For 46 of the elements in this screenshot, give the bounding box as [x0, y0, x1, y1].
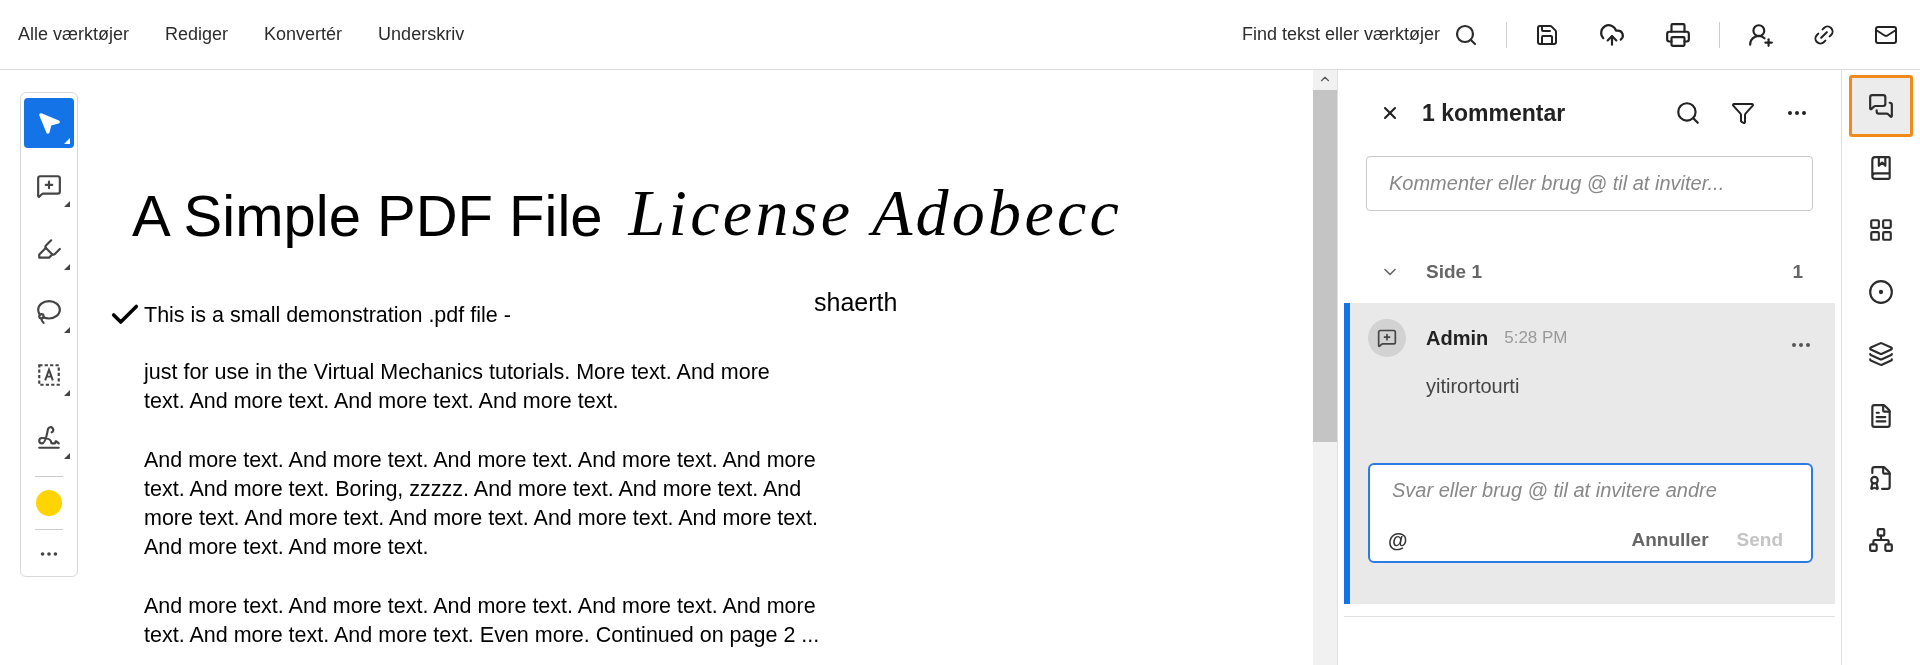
lasso-icon [36, 299, 62, 325]
nav-menu-item[interactable]: Underskriv [378, 21, 465, 48]
grid-icon [1868, 217, 1894, 243]
comment-text: yitirortourti [1426, 374, 1521, 399]
comment-author: Admin [1426, 326, 1489, 351]
document-paragraph: And more text. And more text. And more text. And more text. And more text. And more text. Boring, zzzzz. And more text. And more text. And more text. And more text. And more text. And more text. And more text. And more text. And more text. [144, 447, 819, 561]
signer-name: shaerth [814, 287, 898, 318]
cloud-upload-icon[interactable] [1599, 21, 1625, 48]
add-comment-icon [1377, 328, 1397, 348]
document-title: A Simple PDF File [132, 184, 603, 248]
side-rail-button[interactable] [1849, 75, 1913, 137]
add-user-icon[interactable] [1748, 21, 1774, 48]
target-icon [1868, 279, 1894, 305]
page-group-header[interactable]: Side 1 1 [1344, 241, 1835, 303]
document-icon [1868, 403, 1894, 429]
cancel-button[interactable]: Annuller [1631, 525, 1709, 555]
nav-menu-item[interactable]: Konvertér [264, 21, 343, 48]
reply-field[interactable]: Svar eller brug @ til at invitere andre @ Annuller Send [1368, 463, 1813, 563]
scrollbar[interactable] [1313, 70, 1337, 665]
layers-icon [1868, 341, 1894, 367]
tree-icon [1868, 527, 1894, 553]
color-swatch[interactable] [36, 490, 62, 516]
pen-signature-icon [36, 425, 62, 451]
bookmark-icon [1868, 155, 1894, 181]
add-comment-icon [36, 173, 62, 199]
comment-input[interactable]: Kommenter eller brug @ til at inviter... [1366, 156, 1813, 211]
filter-icon[interactable] [1731, 101, 1755, 125]
tool-button[interactable] [24, 98, 74, 148]
nav-menu-item[interactable]: Rediger [165, 21, 229, 48]
comments-icon [1868, 93, 1894, 119]
handwritten-signature: License Adobecc [628, 178, 1123, 248]
document-text: This is a small demonstration .pdf file - [144, 301, 511, 329]
highlighter-icon [36, 236, 62, 262]
search-icon[interactable] [1675, 100, 1701, 126]
search-button[interactable]: Find tekst eller værktøjer [1241, 21, 1478, 48]
nav-menu-item[interactable]: Alle værktøjer [18, 21, 129, 48]
text-box-icon [36, 362, 62, 388]
mention-button[interactable]: @ [1388, 525, 1408, 555]
pointer-icon [36, 110, 62, 136]
document-paragraph: And more text. And more text. And more text. And more text. And more text. And more text. And more text. Even more. Continued on page 2 ... [144, 593, 821, 649]
comment-time: 5:28 PM [1504, 327, 1568, 350]
document-paragraph: just for use in the Virtual Mechanics tutorials. More text. And more text. And more text. And more text. And more text. [144, 359, 771, 415]
panel-title: 1 kommentar [1422, 98, 1566, 128]
search-icon [1454, 22, 1478, 47]
save-icon[interactable] [1535, 22, 1559, 47]
printer-icon[interactable] [1665, 21, 1691, 48]
